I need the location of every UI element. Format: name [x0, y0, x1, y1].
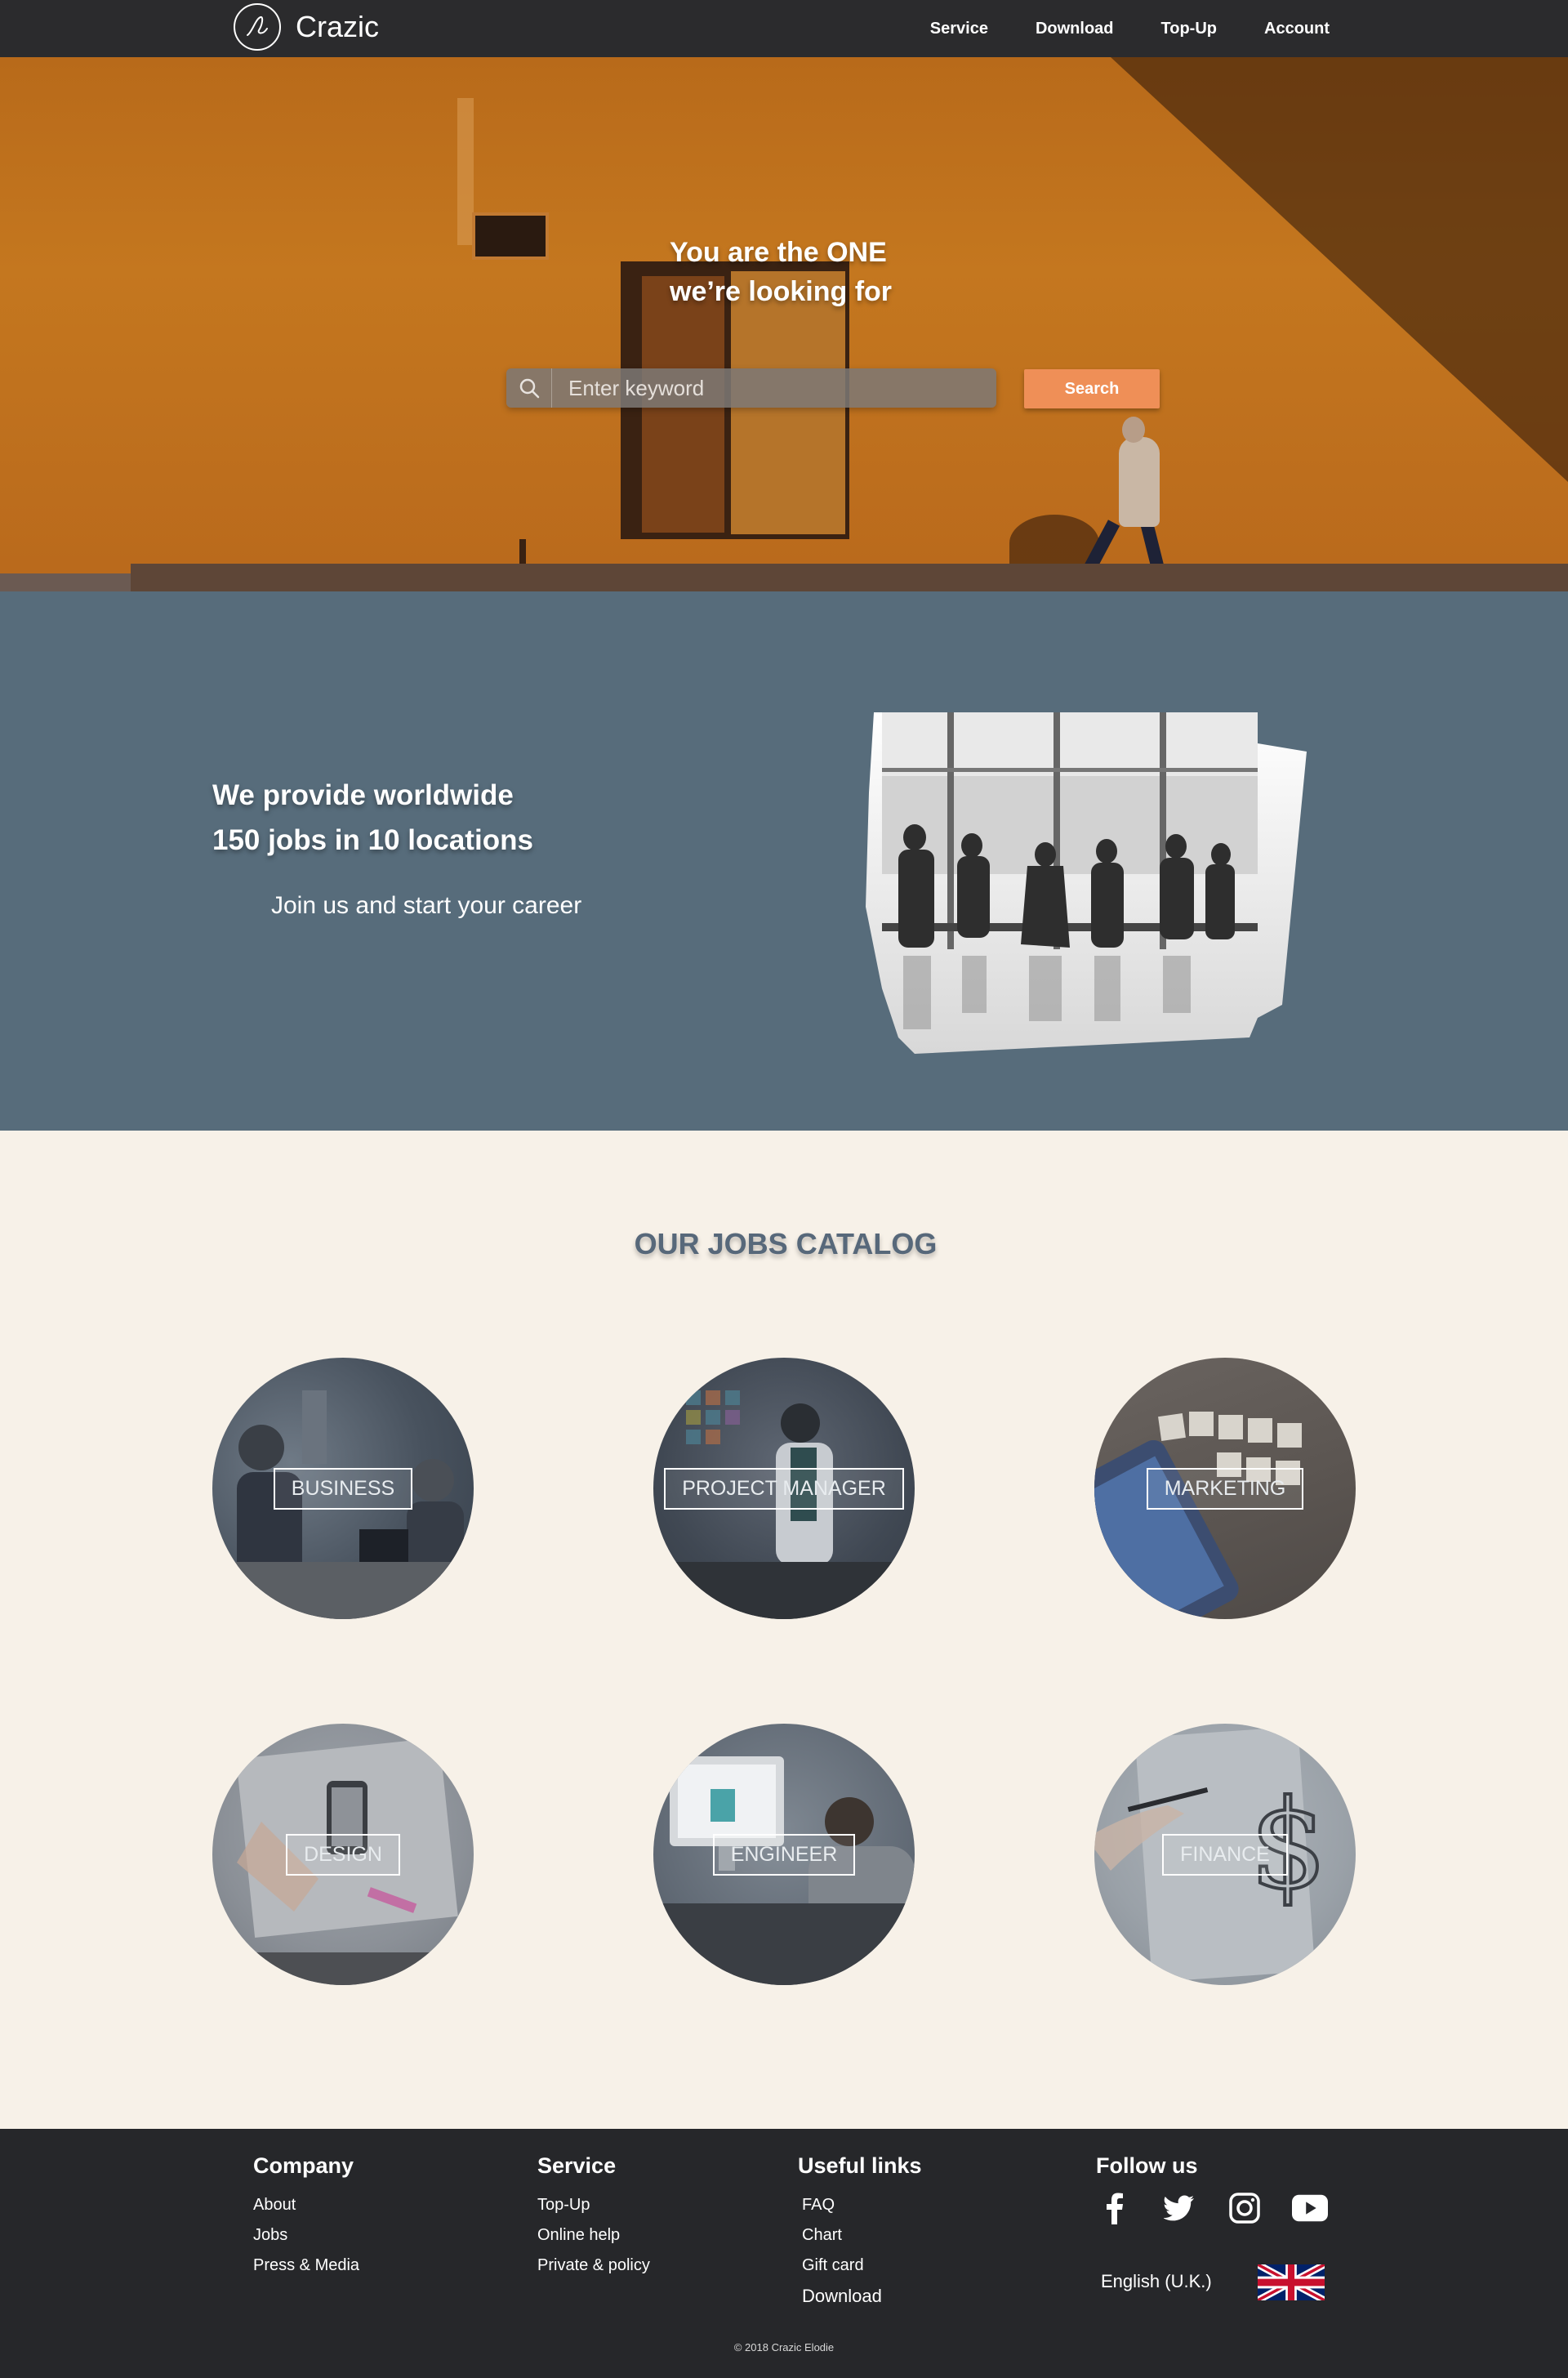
- nav-link-account[interactable]: Account: [1264, 20, 1330, 38]
- job-label-design: DESIGN: [286, 1833, 400, 1876]
- footer-link-online-help[interactable]: Online help: [537, 2220, 650, 2251]
- footer-link-chart[interactable]: Chart: [798, 2220, 922, 2251]
- copyright-text: © 2018 Crazic Elodie: [733, 2341, 835, 2353]
- language-selector[interactable]: English (U.K.): [1101, 2271, 1212, 2292]
- hero-walker-body: [1119, 437, 1160, 527]
- nav-menu: Service Download Top-Up Account: [930, 0, 1330, 57]
- catalog-title: OUR JOBS CATALOG: [634, 1227, 938, 1260]
- job-card-project-manager[interactable]: PROJECT MANAGER: [653, 1358, 915, 1619]
- jobs-catalog-section: OUR JOBS CATALOG BUSINESS PROJECT MANAGE…: [3, 1131, 1568, 2129]
- hero-section: You are the ONE we’re looking for Search: [0, 57, 1568, 591]
- footer-link-download[interactable]: Download: [798, 2281, 922, 2311]
- search-input[interactable]: [552, 368, 996, 408]
- nav-link-download[interactable]: Download: [1036, 20, 1114, 38]
- hero-background-detail: [457, 98, 474, 245]
- about-subtitle: Join us and start your career: [271, 892, 582, 919]
- hero-background-pavement: [131, 564, 1568, 591]
- brand-name: Crazic: [296, 10, 380, 43]
- about-title-line1: We provide worldwide: [212, 779, 514, 811]
- footer-useful-links-column: Useful links FAQ Chart Gift card Downloa…: [798, 2153, 922, 2311]
- job-card-business[interactable]: BUSINESS: [212, 1358, 474, 1619]
- nav-link-service[interactable]: Service: [930, 20, 988, 38]
- footer-link-top-up[interactable]: Top-Up: [537, 2190, 650, 2220]
- uk-flag-icon[interactable]: [1256, 2261, 1326, 2304]
- hero-background-post: [519, 539, 526, 567]
- hero-title-line2: we’re looking for: [670, 276, 893, 307]
- footer-link-gift-card[interactable]: Gift card: [798, 2251, 922, 2281]
- about-section: We provide worldwide 150 jobs in 10 loca…: [0, 591, 1568, 1131]
- search-button[interactable]: Search: [1024, 369, 1160, 408]
- job-label-marketing: MARKETING: [1146, 1467, 1304, 1510]
- logo-icon: [234, 3, 281, 51]
- hero-walker-head: [1122, 417, 1145, 443]
- hero-background-window: [472, 212, 549, 260]
- job-label-business: BUSINESS: [273, 1467, 413, 1510]
- hero-background-shadow: [1111, 57, 1568, 482]
- facebook-icon[interactable]: [1096, 2190, 1132, 2226]
- hero-title-line1: You are the ONE: [670, 237, 887, 268]
- job-label-engineer: ENGINEER: [712, 1833, 856, 1876]
- job-card-marketing[interactable]: MARKETING: [1094, 1358, 1356, 1619]
- instagram-icon[interactable]: [1227, 2190, 1263, 2226]
- about-title: We provide worldwide 150 jobs in 10 loca…: [212, 773, 637, 863]
- job-card-design[interactable]: DESIGN: [212, 1724, 474, 1985]
- footer-link-press-media[interactable]: Press & Media: [253, 2251, 359, 2281]
- footer-link-faq[interactable]: FAQ: [798, 2190, 922, 2220]
- job-card-finance[interactable]: $ FINANCE: [1094, 1724, 1356, 1985]
- footer-link-jobs[interactable]: Jobs: [253, 2220, 359, 2251]
- job-label-project-manager: PROJECT MANAGER: [664, 1467, 904, 1510]
- office-photo: [849, 694, 1307, 1059]
- footer-follow-heading: Follow us: [1096, 2153, 1198, 2178]
- search-bar: [506, 368, 996, 408]
- footer-link-privacy-policy[interactable]: Private & policy: [537, 2251, 650, 2281]
- footer: Company About Jobs Press & Media Service…: [0, 2129, 1568, 2378]
- job-card-engineer[interactable]: ENGINEER: [653, 1724, 915, 1985]
- footer-service-column: Service Top-Up Online help Private & pol…: [537, 2153, 650, 2281]
- job-label-finance: FINANCE: [1162, 1833, 1288, 1876]
- twitter-icon[interactable]: [1161, 2190, 1197, 2226]
- hero-title: You are the ONE we’re looking for: [670, 233, 996, 311]
- search-icon[interactable]: [506, 368, 552, 408]
- footer-useful-links-heading: Useful links: [798, 2153, 922, 2178]
- youtube-icon[interactable]: [1292, 2190, 1328, 2226]
- brand-logo[interactable]: Crazic: [234, 3, 379, 51]
- footer-follow-column: Follow us: [1096, 2153, 1328, 2226]
- nav-link-top-up[interactable]: Top-Up: [1161, 20, 1218, 38]
- footer-company-heading: Company: [253, 2153, 354, 2178]
- social-links: [1096, 2190, 1328, 2226]
- footer-link-about[interactable]: About: [253, 2190, 359, 2220]
- top-navbar: Crazic Service Download Top-Up Account: [0, 0, 1568, 57]
- footer-company-column: Company About Jobs Press & Media: [253, 2153, 359, 2281]
- footer-service-heading: Service: [537, 2153, 617, 2178]
- about-title-line2: 150 jobs in 10 locations: [212, 824, 533, 856]
